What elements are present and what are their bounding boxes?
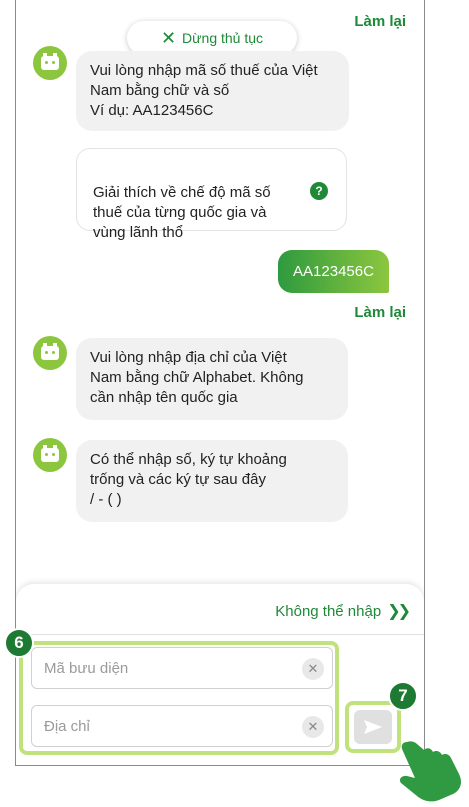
send-button[interactable] (354, 710, 392, 744)
input-panel: Không thể nhập ❯❯ ✕ ✕ (16, 584, 424, 765)
clear-x-icon[interactable]: ✕ (302, 716, 324, 738)
send-arrow-icon (364, 720, 382, 734)
stop-procedure-button[interactable]: ✕ Dừng thủ tục (127, 21, 297, 55)
bot-avatar (33, 336, 67, 370)
inputs-highlight: ✕ ✕ (19, 641, 339, 755)
double-chevron-right-icon: ❯❯ (387, 603, 411, 620)
explain-tax-link[interactable]: Giải thích về chế độ mã số thuế của từng… (76, 148, 347, 241)
bot-face-icon (41, 343, 59, 360)
clear-x-icon[interactable]: ✕ (302, 658, 324, 680)
bot-avatar (33, 46, 67, 80)
phone-frame: Làm lại ✕ Dừng thủ tục Vui lòng nhập mã … (15, 0, 425, 766)
postal-code-field[interactable]: ✕ (31, 647, 333, 689)
bot-message-address: Vui lòng nhập địa chỉ của Việt Nam bằng … (76, 338, 348, 420)
chat-area: Làm lại ✕ Dừng thủ tục Vui lòng nhập mã … (16, 0, 424, 584)
bot-message-chars: Có thể nhập số, ký tự khoảng trống và cá… (76, 440, 348, 522)
address-input[interactable] (44, 706, 294, 746)
bot-face-icon (41, 445, 59, 462)
cannot-enter-link[interactable]: Không thể nhập ❯❯ (275, 601, 411, 621)
postal-code-input[interactable] (44, 648, 294, 688)
address-field[interactable]: ✕ (31, 705, 333, 747)
bot-face-icon (41, 53, 59, 70)
question-icon: ? (310, 182, 328, 200)
divider (16, 634, 424, 635)
step-badge-6: 6 (4, 628, 34, 658)
stop-procedure-label: Dừng thủ tục (182, 30, 264, 46)
tap-hand-icon (399, 741, 461, 802)
bot-avatar (33, 438, 67, 472)
step-badge-7: 7 (388, 681, 418, 711)
close-icon: ✕ (160, 28, 177, 48)
explain-tax-label: Giải thích về chế độ mã số thuế của từng… (93, 184, 271, 241)
bot-message-tax: Vui lòng nhập mã số thuế của Việt Nam bằ… (76, 51, 349, 131)
user-message: AA123456C (278, 250, 389, 293)
redo-link-top[interactable]: Làm lại (354, 13, 406, 30)
redo-link[interactable]: Làm lại (354, 304, 406, 321)
cannot-enter-label: Không thể nhập (275, 602, 382, 620)
